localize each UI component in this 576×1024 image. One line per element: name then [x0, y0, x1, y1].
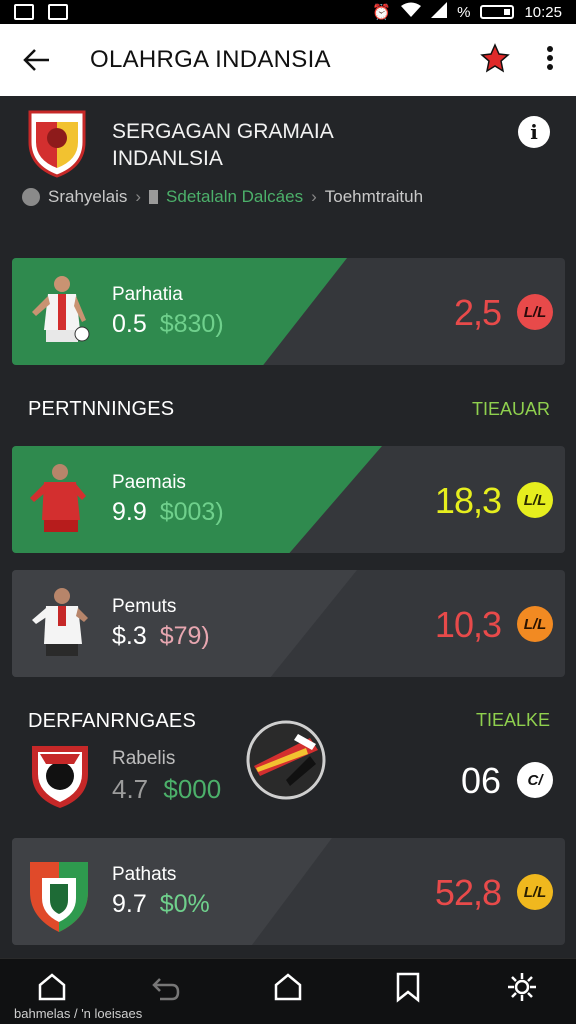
chevron-right-icon: › [135, 187, 142, 206]
home-outline-icon[interactable] [272, 971, 304, 1003]
breadcrumb-item[interactable]: Sdetalaln Dalcáes [166, 187, 303, 207]
image-icon [14, 4, 34, 20]
player-stat-value: 9.9 [112, 498, 147, 526]
status-bar: ⏰ % 10:25 [0, 0, 576, 24]
player-price: $830) [159, 310, 224, 338]
nav-caption: bahmelas / 'n loeisaes [14, 1006, 143, 1021]
player-card-featured[interactable]: Parhatia 0.5 $830) 2,5 L/L [12, 258, 565, 365]
favorite-star-icon[interactable] [480, 42, 510, 78]
bookmark-icon[interactable] [392, 971, 424, 1003]
breadcrumb-item[interactable]: Toehmtraituh [325, 187, 423, 207]
player-stat-value: 9.7 [112, 890, 147, 918]
player-score-badge: L/L [517, 606, 553, 642]
battery-percent: % [457, 3, 471, 21]
player-price: $0% [159, 890, 210, 918]
player-price: $003) [159, 498, 224, 526]
player-card[interactable]: Pemuts $.3 $79) 10,3 L/L [12, 570, 565, 677]
bottom-nav: bahmelas / 'n loeisaes [0, 958, 576, 1024]
breadcrumb-square-icon [149, 190, 159, 204]
player-stats: 9.7 $0% [112, 890, 210, 919]
section-title-forwards: PERTNNINGES [28, 398, 175, 420]
player-avatar [32, 276, 90, 342]
player-score: 06 [460, 760, 501, 801]
club-crest [30, 862, 88, 932]
wifi-icon [401, 2, 422, 22]
signal-icon [431, 2, 448, 22]
player-card[interactable]: Paemais 9.9 $003) 18,3 L/L [12, 446, 565, 553]
app-title: OLAHRGA INDANSIA [90, 46, 331, 73]
more-menu-icon[interactable] [546, 45, 554, 76]
player-stats: 0.5 $830) [112, 310, 224, 339]
player-card[interactable]: Pathats 9.7 $0% 52,8 L/L [12, 838, 565, 945]
info-icon[interactable]: i [518, 116, 550, 148]
player-price: $79) [159, 622, 210, 650]
team-header: SERGAGAN GRAMAIA INDANLSIA i Srahyelais … [0, 96, 576, 226]
settings-icon[interactable] [506, 971, 538, 1003]
section-link-defenders[interactable]: TIEALKE [476, 710, 550, 731]
player-stat-value: $.3 [112, 622, 147, 650]
breadcrumb-icon [22, 188, 40, 206]
breadcrumb: Srahyelais › Sdetalaln Dalcáes › Toehmtr… [22, 187, 423, 207]
player-name: Parhatia [112, 284, 183, 305]
player-score: 2,5 [453, 292, 502, 333]
battery-icon [480, 5, 515, 19]
player-score-badge: L/L [517, 874, 553, 910]
player-stats: $.3 $79) [112, 622, 210, 651]
player-avatar [30, 464, 86, 532]
player-avatar [32, 588, 88, 656]
player-score: 52,8 [434, 872, 502, 913]
player-stats: 9.9 $003) [112, 498, 224, 527]
team-name: SERGAGAN GRAMAIA INDANLSIA [112, 118, 412, 172]
player-name: Pathats [112, 864, 177, 885]
player-score-badge: L/L [517, 294, 553, 330]
club-crest [32, 746, 88, 808]
club-logo [246, 720, 326, 800]
player-stat-value: 4.7 [112, 774, 149, 804]
breadcrumb-item[interactable]: Srahyelais [48, 187, 127, 207]
player-score-badge: C/ [517, 762, 553, 798]
player-score: 10,3 [434, 604, 502, 645]
undo-icon[interactable] [150, 971, 182, 1003]
player-name: Paemais [112, 472, 186, 493]
player-stats: 4.7 $000 [112, 774, 221, 805]
clock: 10:25 [524, 3, 562, 21]
alarm-icon: ⏰ [372, 4, 392, 21]
app-bar: OLAHRGA INDANSIA [0, 24, 576, 96]
home-icon[interactable] [36, 971, 68, 1003]
back-arrow-icon[interactable] [22, 45, 52, 75]
chevron-right-icon: › [311, 187, 317, 206]
team-name-line2: INDANLSIA [112, 147, 223, 170]
player-stat-value: 0.5 [112, 310, 147, 338]
team-crest [28, 110, 86, 178]
player-score: 18,3 [434, 480, 502, 521]
player-price: $000 [163, 774, 222, 804]
player-name: Rabelis [112, 748, 176, 769]
defender-row[interactable]: Rabelis 4.7 $000 06 C/ [12, 720, 565, 830]
gallery-icon [48, 4, 68, 20]
player-name: Pemuts [112, 596, 177, 617]
section-link-forwards[interactable]: TIEAUAR [472, 399, 550, 420]
team-name-line1: SERGAGAN GRAMAIA [112, 120, 334, 143]
player-score-badge: L/L [517, 482, 553, 518]
